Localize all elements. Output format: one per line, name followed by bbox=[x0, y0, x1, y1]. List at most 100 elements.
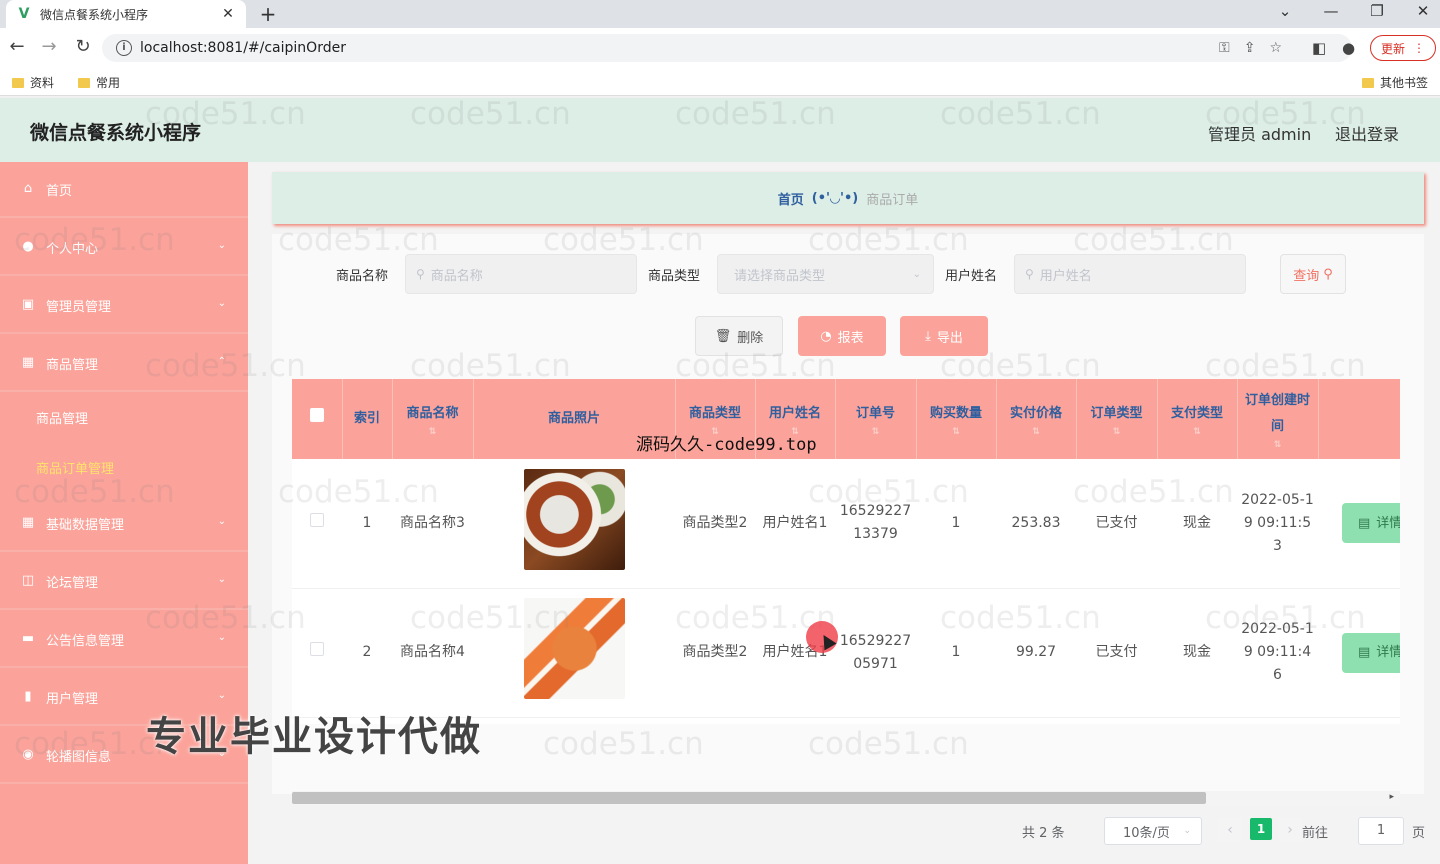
chevron-down-icon: ⌄ bbox=[217, 298, 226, 309]
row-checkbox[interactable] bbox=[310, 642, 324, 656]
prev-page-button[interactable]: ‹ bbox=[1218, 818, 1242, 842]
column-label: 订单类型 bbox=[1090, 406, 1143, 421]
users-icon: ▮ bbox=[24, 689, 32, 704]
horizontal-scrollbar[interactable]: ▸ bbox=[292, 791, 1400, 805]
side-panel-icon[interactable]: ◧ bbox=[1312, 39, 1326, 57]
sort-icon[interactable]: ⇅ bbox=[1162, 427, 1233, 437]
goods-name-input[interactable]: ⚲ 商品名称 bbox=[405, 254, 637, 294]
column-header[interactable]: 订单号 ⇅ bbox=[835, 379, 917, 459]
sort-icon[interactable]: ⇅ bbox=[1001, 427, 1072, 437]
food-photo-sushi[interactable] bbox=[523, 598, 625, 699]
bookmark-folder[interactable]: 常用 bbox=[78, 74, 120, 91]
app-header: 微信点餐系统小程序 管理员 admin 退出登录 bbox=[0, 98, 1440, 162]
column-label: 商品照片 bbox=[547, 411, 600, 426]
table-header-row: 索引 商品名称 ⇅ 商品照片 商品类型 ⇅ 用户姓名 ⇅ 订单号 ⇅ 购买数量 ⇅ 实付价… bbox=[292, 379, 1400, 459]
column-header[interactable]: 订单创建时间 ⇅ bbox=[1237, 379, 1319, 459]
breadcrumb: 首页 (•'◡'•) 商品订单 bbox=[272, 172, 1424, 224]
goods-type-select[interactable]: 请选择商品类型 ⌄ bbox=[717, 254, 934, 294]
scrollbar-thumb[interactable] bbox=[292, 792, 1206, 804]
column-label: 订单创建时间 bbox=[1244, 393, 1310, 434]
bookmark-star-icon[interactable]: ☆ bbox=[1269, 40, 1282, 56]
scroll-right-arrow-icon[interactable]: ▸ bbox=[1389, 792, 1394, 802]
bookmark-folder[interactable]: 资料 bbox=[12, 74, 54, 91]
chevron-down-icon: ⌄ bbox=[217, 574, 226, 585]
user-name-input[interactable]: ⚲ 用户姓名 bbox=[1014, 254, 1246, 294]
key-icon[interactable]: ⚿ bbox=[1219, 40, 1230, 56]
grid-icon: ▦ bbox=[21, 515, 35, 530]
share-icon[interactable]: ⇪ bbox=[1244, 40, 1256, 56]
tab-title: 微信点餐系统小程序 bbox=[40, 7, 149, 22]
detail-button[interactable]: ▤ 详情 bbox=[1342, 503, 1400, 544]
url-field[interactable]: i localhost:8081/#/caipinOrder ⚿ ⇪ ☆ bbox=[102, 34, 1352, 62]
browser-tab[interactable]: V 微信点餐系统小程序 ✕ bbox=[6, 0, 246, 28]
tab-list-chevron-icon[interactable]: ⌄ bbox=[1270, 2, 1300, 20]
select-all-cell[interactable] bbox=[292, 379, 343, 459]
pay-type-cell: 现金 bbox=[1157, 588, 1237, 718]
breadcrumb-current: 商品订单 bbox=[866, 192, 919, 208]
close-window-button[interactable]: ✕ bbox=[1408, 2, 1438, 20]
created-cell: 2022-05-19 09:11:46 bbox=[1237, 588, 1318, 718]
delete-label: 删除 bbox=[737, 330, 764, 346]
sort-icon[interactable]: ⇅ bbox=[921, 427, 992, 437]
column-label: 用户姓名 bbox=[768, 406, 821, 421]
delete-button[interactable]: 🗑 删除 bbox=[695, 316, 783, 356]
site-info-icon[interactable]: i bbox=[116, 40, 132, 56]
sidebar-item-forum[interactable]: ◫ 论坛管理 ⌄ bbox=[0, 554, 248, 610]
back-button[interactable]: ← bbox=[6, 36, 28, 58]
select-all-checkbox[interactable] bbox=[309, 408, 324, 422]
sidebar-item-label: 轮播图信息 bbox=[46, 749, 112, 765]
sidebar-item-notice[interactable]: ▬ 公告信息管理 ⌄ bbox=[0, 612, 248, 668]
sort-icon[interactable]: ⇅ bbox=[1081, 427, 1153, 437]
report-button[interactable]: ◔ 报表 bbox=[798, 316, 886, 356]
column-header[interactable]: 购买数量 ⇅ bbox=[916, 379, 997, 459]
sort-icon[interactable]: ⇅ bbox=[840, 427, 912, 437]
new-tab-button[interactable]: + bbox=[256, 2, 280, 26]
sidebar-subitem-orders[interactable]: 商品订单管理 bbox=[0, 442, 248, 492]
update-button[interactable]: 更新 ⋮ bbox=[1370, 35, 1436, 61]
export-button[interactable]: ⤓ 导出 bbox=[900, 316, 988, 356]
restore-button[interactable]: ❐ bbox=[1362, 2, 1392, 20]
orders-table: 索引 商品名称 ⇅ 商品照片 商品类型 ⇅ 用户姓名 ⇅ 订单号 ⇅ 购买数量 ⇅ 实付价… bbox=[292, 379, 1400, 724]
forward-button[interactable]: → bbox=[38, 36, 60, 58]
sidebar-item-home[interactable]: ⌂ 首页 bbox=[0, 162, 248, 218]
logout-button[interactable]: 退出登录 bbox=[1335, 121, 1399, 145]
sidebar-item-label: 公告信息管理 bbox=[46, 633, 125, 649]
sidebar-subitem-goods[interactable]: 商品管理 bbox=[0, 392, 248, 442]
goto-page-input[interactable]: 1 bbox=[1358, 817, 1404, 845]
detail-button[interactable]: ▤ 详情 bbox=[1342, 632, 1400, 673]
sidebar-item-profile[interactable]: ● 个人中心 ⌄ bbox=[0, 220, 248, 276]
sidebar-item-basic-data[interactable]: ▦ 基础数据管理 ⌄ bbox=[0, 496, 248, 552]
sort-icon[interactable]: ⇅ bbox=[1242, 440, 1314, 450]
breadcrumb-home[interactable]: 首页 bbox=[778, 189, 804, 208]
search-icon: ⚲ bbox=[1323, 266, 1333, 282]
page-number-current[interactable]: 1 bbox=[1250, 818, 1272, 840]
reload-button[interactable]: ↻ bbox=[72, 36, 94, 58]
export-label: 导出 bbox=[936, 330, 963, 346]
sidebar-item-goods[interactable]: ▦ 商品管理 ⌃ bbox=[0, 336, 248, 392]
sidebar-item-admins[interactable]: ▣ 管理员管理 ⌄ bbox=[0, 278, 248, 334]
column-header[interactable]: 实付价格 ⇅ bbox=[996, 379, 1077, 459]
next-page-button[interactable]: › bbox=[1278, 818, 1302, 842]
goods-type-cell: 商品类型2 bbox=[675, 588, 755, 718]
column-header[interactable]: 订单类型 ⇅ bbox=[1076, 379, 1158, 459]
column-header[interactable]: 商品名称 ⇅ bbox=[392, 379, 474, 459]
update-label: 更新 bbox=[1380, 41, 1405, 56]
close-tab-icon[interactable]: ✕ bbox=[220, 6, 236, 22]
quantity-cell: 1 bbox=[916, 588, 996, 718]
folder-icon bbox=[78, 77, 90, 88]
chevron-down-icon: ⌄ bbox=[1183, 826, 1191, 836]
placeholder: 请选择商品类型 bbox=[734, 268, 826, 284]
more-menu-icon: ⋮ bbox=[1413, 41, 1425, 55]
other-bookmarks[interactable]: 其他书签 bbox=[1362, 74, 1428, 91]
minimize-button[interactable]: — bbox=[1316, 2, 1346, 20]
sort-icon[interactable]: ⇅ bbox=[397, 427, 469, 437]
goods-icon: ▦ bbox=[21, 355, 35, 370]
food-photo-crab[interactable] bbox=[523, 468, 625, 570]
row-checkbox[interactable] bbox=[310, 512, 324, 527]
profile-icon[interactable]: ● bbox=[1342, 39, 1355, 57]
page-size-select[interactable]: 10条/页 ⌄ bbox=[1104, 817, 1202, 845]
column-label: 商品名称 bbox=[406, 406, 459, 421]
sidebar-item-label: 基础数据管理 bbox=[46, 517, 125, 533]
query-button[interactable]: 查询 ⚲ bbox=[1280, 254, 1346, 294]
column-header[interactable]: 支付类型 ⇅ bbox=[1157, 379, 1238, 459]
